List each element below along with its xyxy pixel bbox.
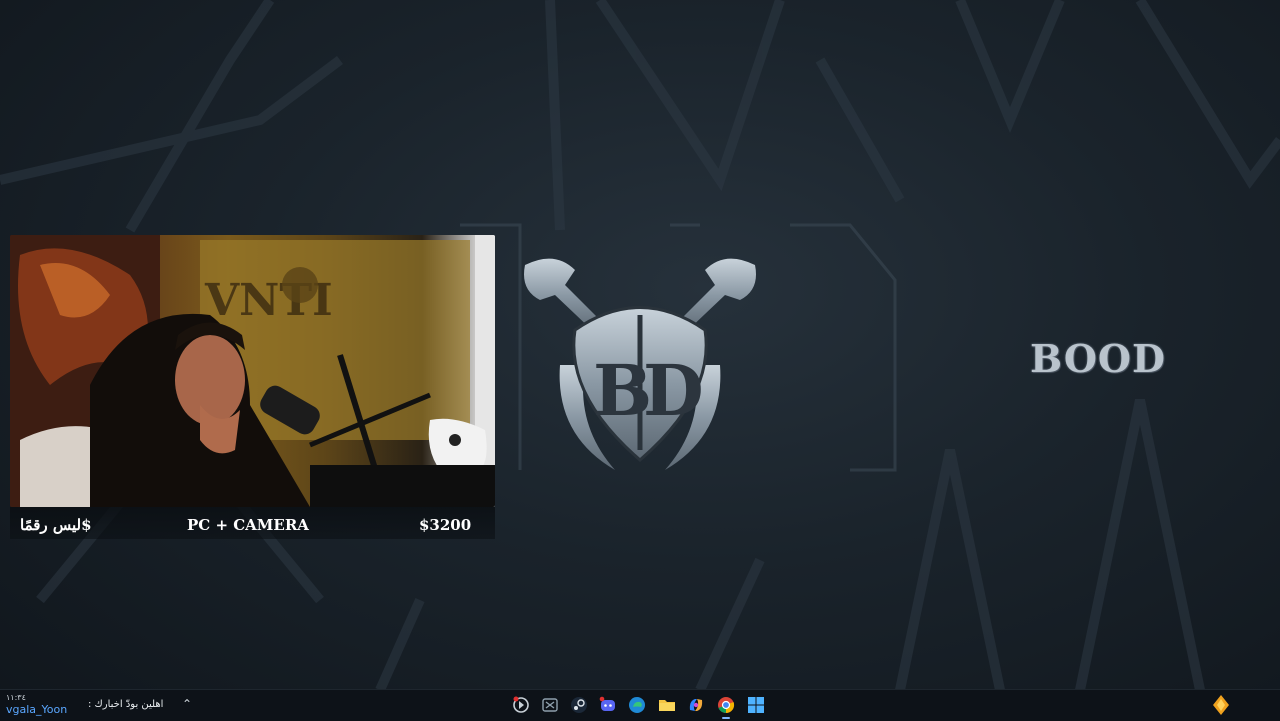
copilot-icon[interactable] [686,695,706,715]
chrome-icon[interactable] [716,695,736,719]
bood-shield-logo: B D [524,258,756,470]
media-player-icon[interactable] [511,695,531,715]
brand-wordmark: BOOD [1030,336,1166,381]
caption-center-label: PC + CAMERA [187,516,309,534]
chevron-up-icon[interactable]: ⌃ [182,697,192,711]
file-explorer-icon[interactable] [657,695,677,715]
webcam-caption-bar: ليس رقمًا$ PC + CAMERA $3200 [10,507,495,539]
news-ticker-text[interactable]: اهلين بودّ اخبارك : [88,699,163,710]
steam-icon[interactable] [569,695,589,715]
windows-taskbar: ١١:٣٤ vgala_Yoon اهلين بودّ اخبارك : ⌃ [0,689,1280,721]
windows-start-icon[interactable] [746,695,766,715]
svg-text:D: D [643,349,704,432]
edge-icon[interactable] [627,695,647,715]
tray-time-label: ١١:٣٤ [6,693,26,702]
caption-price-label: $3200 [419,516,472,534]
discord-icon[interactable] [598,695,618,715]
tray-username: vgala_Yoon [6,703,68,716]
caption-left-label: ليس رقمًا$ [20,516,92,534]
diamond-widget-icon[interactable] [1211,695,1231,715]
webcam-feed: VNTI [10,235,495,507]
xbox-icon[interactable] [540,695,560,715]
